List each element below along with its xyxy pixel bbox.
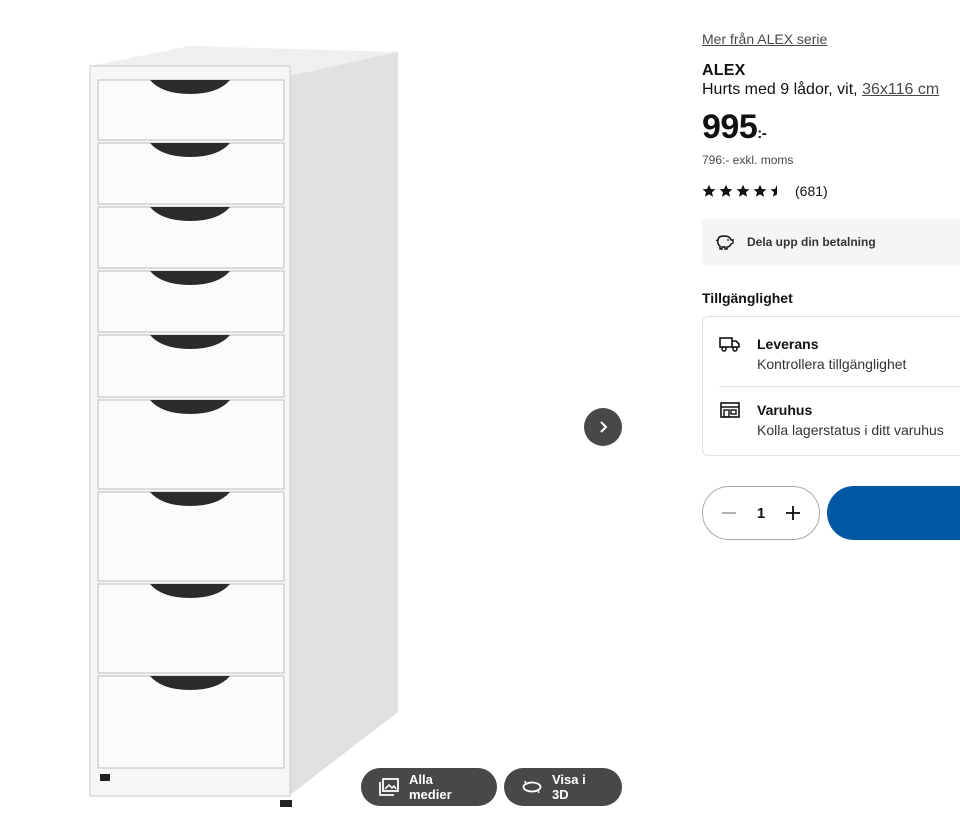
next-image-button[interactable] bbox=[584, 408, 622, 446]
all-media-label: Alla medier bbox=[409, 772, 452, 802]
rating-stars bbox=[702, 184, 784, 198]
product-rating[interactable]: (681) bbox=[702, 183, 828, 199]
product-description-text: Hurts med 9 lådor, vit, bbox=[702, 81, 858, 98]
product-info-panel: Mer från ALEX serie ALEX Hurts med 9 låd… bbox=[702, 0, 960, 834]
piggy-bank-icon bbox=[715, 235, 734, 250]
truck-icon bbox=[719, 337, 740, 352]
plus-icon bbox=[786, 506, 800, 520]
star-icon bbox=[702, 184, 716, 197]
product-name: ALEX bbox=[702, 62, 746, 79]
product-description: Hurts med 9 lådor, vit, 36x116 cm bbox=[702, 81, 939, 99]
decrease-quantity-button[interactable] bbox=[717, 501, 741, 525]
availability-divider bbox=[719, 386, 960, 387]
quantity-value[interactable]: 1 bbox=[757, 505, 765, 522]
add-to-cart-button[interactable] bbox=[827, 486, 960, 540]
product-price: 995:- bbox=[702, 108, 767, 147]
minus-icon bbox=[722, 512, 736, 514]
store-title: Varuhus bbox=[757, 402, 813, 418]
product-image[interactable] bbox=[80, 40, 420, 810]
star-icon bbox=[736, 184, 750, 197]
delivery-title: Leverans bbox=[757, 336, 819, 352]
increase-quantity-button[interactable] bbox=[781, 501, 805, 525]
price-value: 995 bbox=[702, 108, 758, 146]
star-icon bbox=[770, 184, 784, 197]
store-option[interactable]: Varuhus Kolla lagerstatus i ditt varuhus bbox=[719, 401, 960, 441]
price-ex-vat: 796:- exkl. moms bbox=[702, 153, 794, 167]
installment-payment-label: Dela upp din betalning bbox=[747, 235, 876, 249]
store-subtitle: Kolla lagerstatus i ditt varuhus bbox=[757, 422, 944, 438]
product-gallery: Alla medier Visa i 3D bbox=[0, 0, 660, 834]
quantity-stepper: 1 bbox=[702, 486, 820, 540]
chevron-right-icon bbox=[600, 421, 608, 433]
rotate-3d-icon bbox=[522, 780, 542, 794]
delivery-option[interactable]: Leverans Kontrollera tillgänglighet bbox=[719, 335, 960, 375]
all-media-button[interactable]: Alla medier bbox=[361, 768, 497, 806]
view-in-3d-label: Visa i 3D bbox=[552, 772, 586, 802]
availability-heading: Tillgänglighet bbox=[702, 290, 793, 306]
image-gallery-icon bbox=[379, 778, 399, 796]
store-icon bbox=[720, 402, 740, 418]
availability-box: Leverans Kontrollera tillgänglighet Varu… bbox=[702, 316, 960, 456]
installment-payment-banner[interactable]: Dela upp din betalning bbox=[702, 219, 960, 265]
series-link[interactable]: Mer från ALEX serie bbox=[702, 31, 827, 47]
delivery-subtitle: Kontrollera tillgänglighet bbox=[757, 356, 907, 372]
view-in-3d-button[interactable]: Visa i 3D bbox=[504, 768, 622, 806]
rating-count: (681) bbox=[795, 183, 828, 199]
price-suffix: :- bbox=[757, 125, 767, 142]
star-icon bbox=[753, 184, 767, 197]
product-size-link[interactable]: 36x116 cm bbox=[862, 81, 939, 98]
star-icon bbox=[719, 184, 733, 197]
